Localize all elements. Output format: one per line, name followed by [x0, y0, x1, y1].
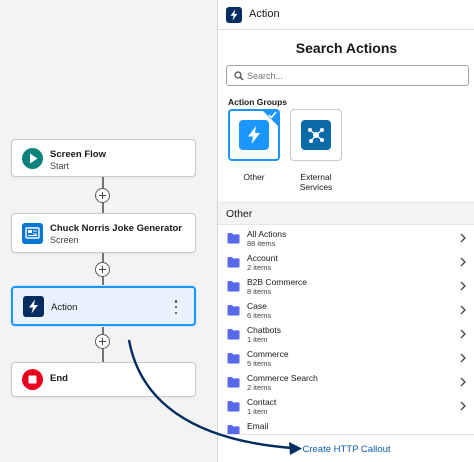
item-count: 1 item: [247, 407, 268, 416]
chevron-right-icon: [460, 257, 466, 267]
action-panel: Action Search Actions Action Groups Othe…: [217, 0, 474, 462]
item-title: Chatbots: [247, 325, 282, 335]
item-count: 2 items: [247, 383, 272, 392]
folder-icon: [227, 233, 240, 244]
search-input[interactable]: [247, 67, 462, 84]
list-item[interactable]: Commerce 5 items: [218, 346, 474, 370]
item-count: 6 items: [247, 311, 272, 320]
action-group-name: External Services: [299, 172, 333, 192]
flow-element-end[interactable]: End: [11, 362, 196, 397]
list-item[interactable]: B2B Commerce 8 items: [218, 274, 474, 298]
search-box[interactable]: [226, 65, 469, 86]
panel-footer: Create HTTP Callout: [218, 434, 474, 462]
panel-header: Action: [218, 0, 474, 30]
chevron-right-icon: [460, 401, 466, 411]
checkmark-icon: [268, 111, 277, 119]
chevron-right-icon: [460, 305, 466, 315]
element-subtitle: Screen: [50, 235, 79, 245]
flow-element-start[interactable]: Screen Flow Start: [11, 139, 196, 177]
item-title: Account: [247, 253, 278, 263]
action-group-other-tile[interactable]: [228, 109, 280, 161]
add-element-button[interactable]: [95, 188, 110, 203]
bolt-icon: [226, 7, 242, 23]
list-item[interactable]: Email: [218, 418, 474, 434]
action-category-list: All Actions 88 items Account 2 items B2B…: [218, 226, 474, 434]
screen-icon: [22, 223, 43, 244]
element-label: Action: [51, 302, 78, 313]
item-title: Commerce: [247, 349, 289, 359]
element-title: Screen Flow: [50, 149, 106, 160]
folder-icon: [227, 377, 240, 388]
item-count: 88 items: [247, 239, 276, 248]
item-title: B2B Commerce: [247, 277, 307, 287]
chevron-right-icon: [460, 353, 466, 363]
bolt-icon: [23, 296, 44, 317]
add-element-button[interactable]: [95, 262, 110, 277]
action-group-name: Other: [243, 172, 265, 182]
element-label: End: [50, 373, 68, 384]
chevron-right-icon: [460, 377, 466, 387]
chevron-right-icon: [460, 281, 466, 291]
panel-title: Action: [249, 8, 280, 20]
folder-icon: [227, 329, 240, 340]
folder-icon: [227, 401, 240, 412]
search-icon: [234, 71, 244, 81]
list-item[interactable]: Contact 1 item: [218, 394, 474, 418]
item-title: Case: [247, 301, 267, 311]
item-count: 2 items: [247, 263, 272, 272]
section-label: Other: [226, 208, 253, 220]
list-item[interactable]: Commerce Search 2 items: [218, 370, 474, 394]
list-item[interactable]: All Actions 88 items: [218, 226, 474, 250]
list-item[interactable]: Account 2 items: [218, 250, 474, 274]
flow-element-screen[interactable]: Chuck Norris Joke Generator Screen: [11, 213, 196, 253]
item-title: Email: [247, 421, 269, 431]
item-title: All Actions: [247, 229, 287, 239]
stop-icon: [22, 369, 43, 390]
item-count: 8 items: [247, 287, 272, 296]
folder-icon: [227, 353, 240, 364]
item-title: Commerce Search: [247, 373, 318, 383]
list-item[interactable]: Case 6 items: [218, 298, 474, 322]
action-groups-label: Action Groups: [228, 97, 288, 107]
more-actions-icon[interactable]: [174, 300, 178, 314]
section-header: Other: [218, 202, 474, 225]
folder-icon: [227, 257, 240, 268]
element-subtitle: Start: [50, 161, 70, 171]
network-icon: [301, 120, 331, 150]
play-icon: [22, 148, 43, 169]
item-count: 1 item: [247, 335, 268, 344]
folder-icon: [227, 305, 240, 316]
folder-icon: [227, 281, 240, 292]
item-title: Contact: [247, 397, 277, 407]
item-count: 5 items: [247, 359, 272, 368]
add-element-button[interactable]: [95, 334, 110, 349]
chevron-right-icon: [460, 233, 466, 243]
search-heading: Search Actions: [295, 40, 398, 56]
flow-element-action[interactable]: Action: [11, 286, 196, 326]
element-title: Chuck Norris Joke Generator: [50, 223, 182, 234]
chevron-right-icon: [460, 329, 466, 339]
create-http-callout-link[interactable]: Create HTTP Callout: [218, 444, 474, 455]
action-group-external-services-tile[interactable]: [290, 109, 342, 161]
folder-icon: [227, 425, 240, 434]
list-item[interactable]: Chatbots 1 item: [218, 322, 474, 346]
flow-canvas: Screen Flow Start Chuck Norris Joke Gene…: [0, 0, 217, 462]
